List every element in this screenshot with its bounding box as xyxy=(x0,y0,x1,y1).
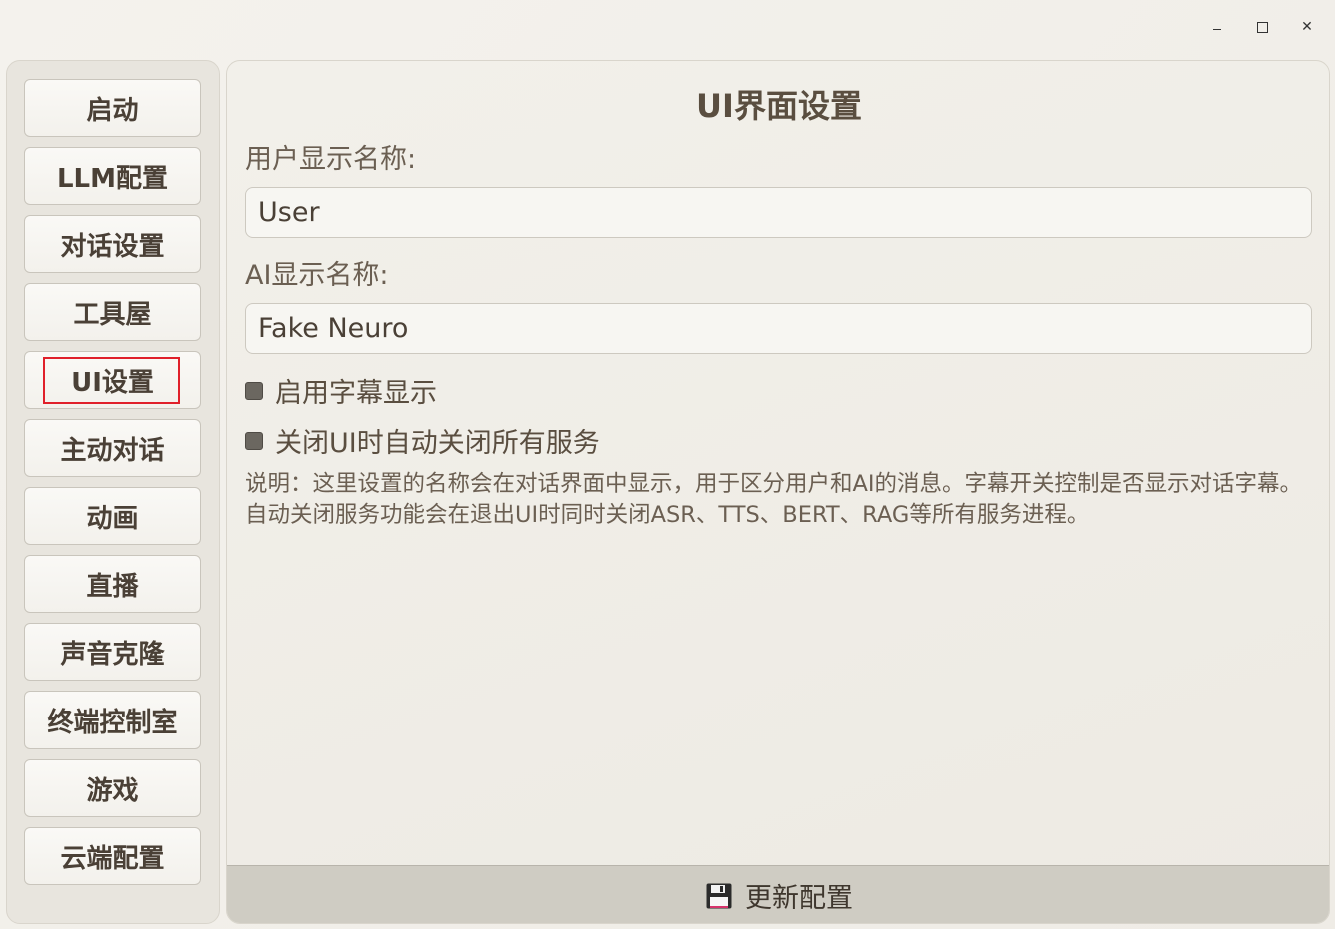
update-config-label: 更新配置 xyxy=(745,883,853,914)
nav-animation[interactable]: 动画 xyxy=(24,487,201,545)
nav-label: 工具屋 xyxy=(73,299,152,330)
nav-llm-config[interactable]: LLM配置 xyxy=(24,147,201,205)
title-bar: ✕ xyxy=(0,0,1335,54)
description-note: 说明：这里设置的名称会在对话界面中显示，用于区分用户和AI的消息。字幕开关控制是… xyxy=(245,471,1303,528)
nav-label: 游戏 xyxy=(86,775,139,806)
subtitle-checkbox[interactable] xyxy=(245,381,263,400)
nav-games[interactable]: 游戏 xyxy=(24,759,201,817)
active-highlight xyxy=(43,357,180,404)
subtitle-checkbox-label: 启用字幕显示 xyxy=(275,378,437,409)
subtitle-checkbox-row[interactable]: 启用字幕显示 xyxy=(245,371,437,410)
nav-label: 动画 xyxy=(86,503,139,534)
close-icon: ✕ xyxy=(1301,19,1313,35)
auto-close-checkbox[interactable] xyxy=(245,431,263,450)
user-name-label: 用户显示名称: xyxy=(245,144,417,175)
ai-name-label: AI显示名称: xyxy=(245,260,389,291)
nav-label: 云端配置 xyxy=(60,843,165,874)
nav-terminal-control[interactable]: 终端控制室 xyxy=(24,691,201,749)
floppy-disk-icon xyxy=(706,883,732,908)
nav-start[interactable]: 启动 xyxy=(24,79,201,137)
page-title: UI界面设置 xyxy=(696,87,862,125)
nav-label: LLM配置 xyxy=(56,163,168,194)
main-panel: UI界面设置 用户显示名称: AI显示名称: 启用字幕显示 关闭UI时自动关闭所… xyxy=(226,60,1330,924)
nav-label: 启动 xyxy=(86,95,139,126)
auto-close-checkbox-row[interactable]: 关闭UI时自动关闭所有服务 xyxy=(245,421,600,460)
nav-voice-clone[interactable]: 声音克隆 xyxy=(24,623,201,681)
close-button[interactable]: ✕ xyxy=(1294,14,1320,40)
nav-dialog-settings[interactable]: 对话设置 xyxy=(24,215,201,273)
nav-label: 直播 xyxy=(86,571,139,602)
nav-label: 终端控制室 xyxy=(47,707,178,738)
nav-toolhouse[interactable]: 工具屋 xyxy=(24,283,201,341)
nav-livestream[interactable]: 直播 xyxy=(24,555,201,613)
ai-name-input[interactable] xyxy=(245,303,1312,354)
nav-proactive-dialog[interactable]: 主动对话 xyxy=(24,419,201,477)
minimize-icon xyxy=(1213,28,1221,30)
nav-cloud-config[interactable]: 云端配置 xyxy=(24,827,201,885)
nav-label: 声音克隆 xyxy=(60,639,165,670)
nav-label: 对话设置 xyxy=(60,231,165,262)
update-config-button[interactable]: 更新配置 xyxy=(227,865,1329,923)
maximize-icon xyxy=(1256,21,1268,33)
sidebar: 启动 LLM配置 对话设置 工具屋 UI设置 主动对话 动画 直播 声音克隆 终… xyxy=(6,60,220,924)
user-name-input[interactable] xyxy=(245,187,1312,238)
minimize-button[interactable] xyxy=(1204,14,1230,40)
maximize-button[interactable] xyxy=(1249,14,1275,40)
nav-label: 主动对话 xyxy=(60,435,165,466)
auto-close-checkbox-label: 关闭UI时自动关闭所有服务 xyxy=(275,428,600,459)
nav-ui-settings[interactable]: UI设置 xyxy=(24,351,201,409)
